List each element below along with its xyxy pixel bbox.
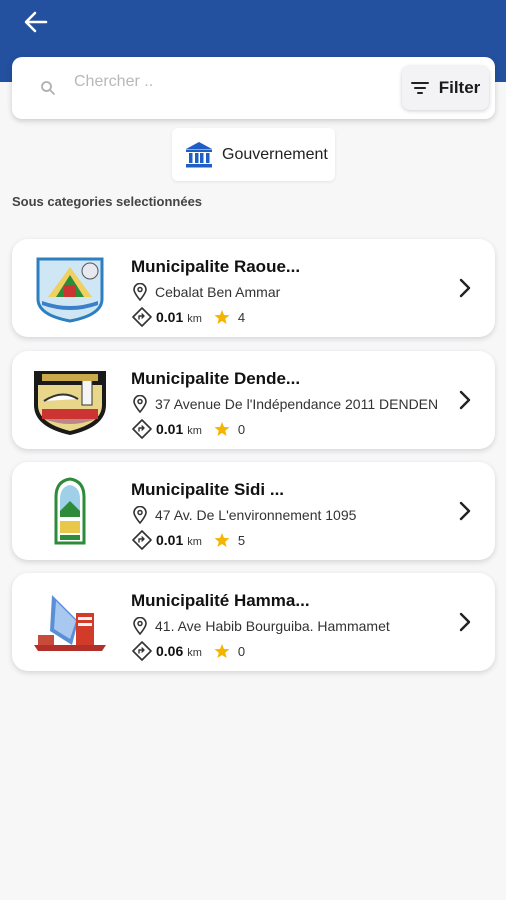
item-rating: 4 [237,309,246,325]
item-address: 41. Ave Habib Bourguiba. Hammamet [155,618,390,634]
item-rating: 5 [237,532,246,548]
item-address: Cebalat Ben Ammar [155,284,281,300]
item-address: 47 Av. De L'environnement 1095 [155,507,357,523]
list-item[interactable]: Municipalite Raoue... Cebalat Ben Ammar … [12,239,495,337]
item-title: Municipalite Sidi ... [131,480,285,499]
item-title: Municipalité Hamma... [131,591,310,610]
search-icon [41,81,55,95]
chevron-right-icon [459,278,471,298]
item-title: Municipalite Dende... [131,369,301,388]
item-distance: 0.06 [156,643,184,659]
filter-icon [410,82,429,94]
item-distance-unit: km [187,647,202,659]
government-building-icon [186,141,212,167]
item-address: 37 Avenue De l'Indépendance 2011 DENDEN [155,396,439,412]
section-title: Sous categories selectionnées [12,194,203,209]
item-distance-unit: km [187,425,202,437]
star-icon [214,644,230,658]
address-row: 41. Ave Habib Bourguiba. Hammamet [133,617,390,635]
filter-button[interactable]: Filter [402,66,489,110]
chevron-right-icon [459,390,471,410]
item-distance: 0.01 [156,421,184,437]
chevron-right-icon [459,612,471,632]
municipality-logo [32,253,108,325]
star-icon [214,422,230,436]
meta-row: 0.01 km 5 [132,530,245,550]
location-pin-icon [133,283,147,301]
item-distance: 0.01 [156,532,184,548]
list-item[interactable]: Municipalité Hamma... 41. Ave Habib Bour… [12,573,495,671]
direction-icon [132,419,152,439]
municipality-logo [32,587,108,659]
star-icon [214,310,230,324]
address-row: Cebalat Ben Ammar [133,283,280,301]
location-pin-icon [133,617,147,635]
location-pin-icon [133,395,147,413]
direction-icon [132,307,152,327]
back-button[interactable] [20,8,52,36]
item-distance-unit: km [187,313,202,325]
municipality-logo [32,365,108,437]
item-distance-unit: km [187,536,202,548]
category-chip[interactable]: Gouvernement [172,128,335,181]
address-row: 47 Av. De L'environnement 1095 [133,506,356,524]
municipality-logo [32,476,108,548]
list-item[interactable]: Municipalite Sidi ... 47 Av. De L'enviro… [12,462,495,560]
star-icon [214,533,230,547]
chevron-right-icon [459,501,471,521]
location-pin-icon [133,506,147,524]
direction-icon [132,641,152,661]
filter-label: Filter [438,78,481,97]
address-row: 37 Avenue De l'Indépendance 2011 DENDEN [133,395,438,413]
list-item[interactable]: Municipalite Dende... 37 Avenue De l'Ind… [12,351,495,449]
meta-row: 0.01 km 4 [132,307,245,327]
item-rating: 0 [237,643,246,659]
direction-icon [132,530,152,550]
category-chip-label: Gouvernement [222,145,328,163]
item-distance: 0.01 [156,309,184,325]
meta-row: 0.06 km 0 [132,641,245,661]
meta-row: 0.01 km 0 [132,419,245,439]
search-input[interactable] [74,66,384,98]
arrow-left-icon [24,11,48,33]
item-rating: 0 [237,421,246,437]
item-title: Municipalite Raoue... [131,257,301,276]
